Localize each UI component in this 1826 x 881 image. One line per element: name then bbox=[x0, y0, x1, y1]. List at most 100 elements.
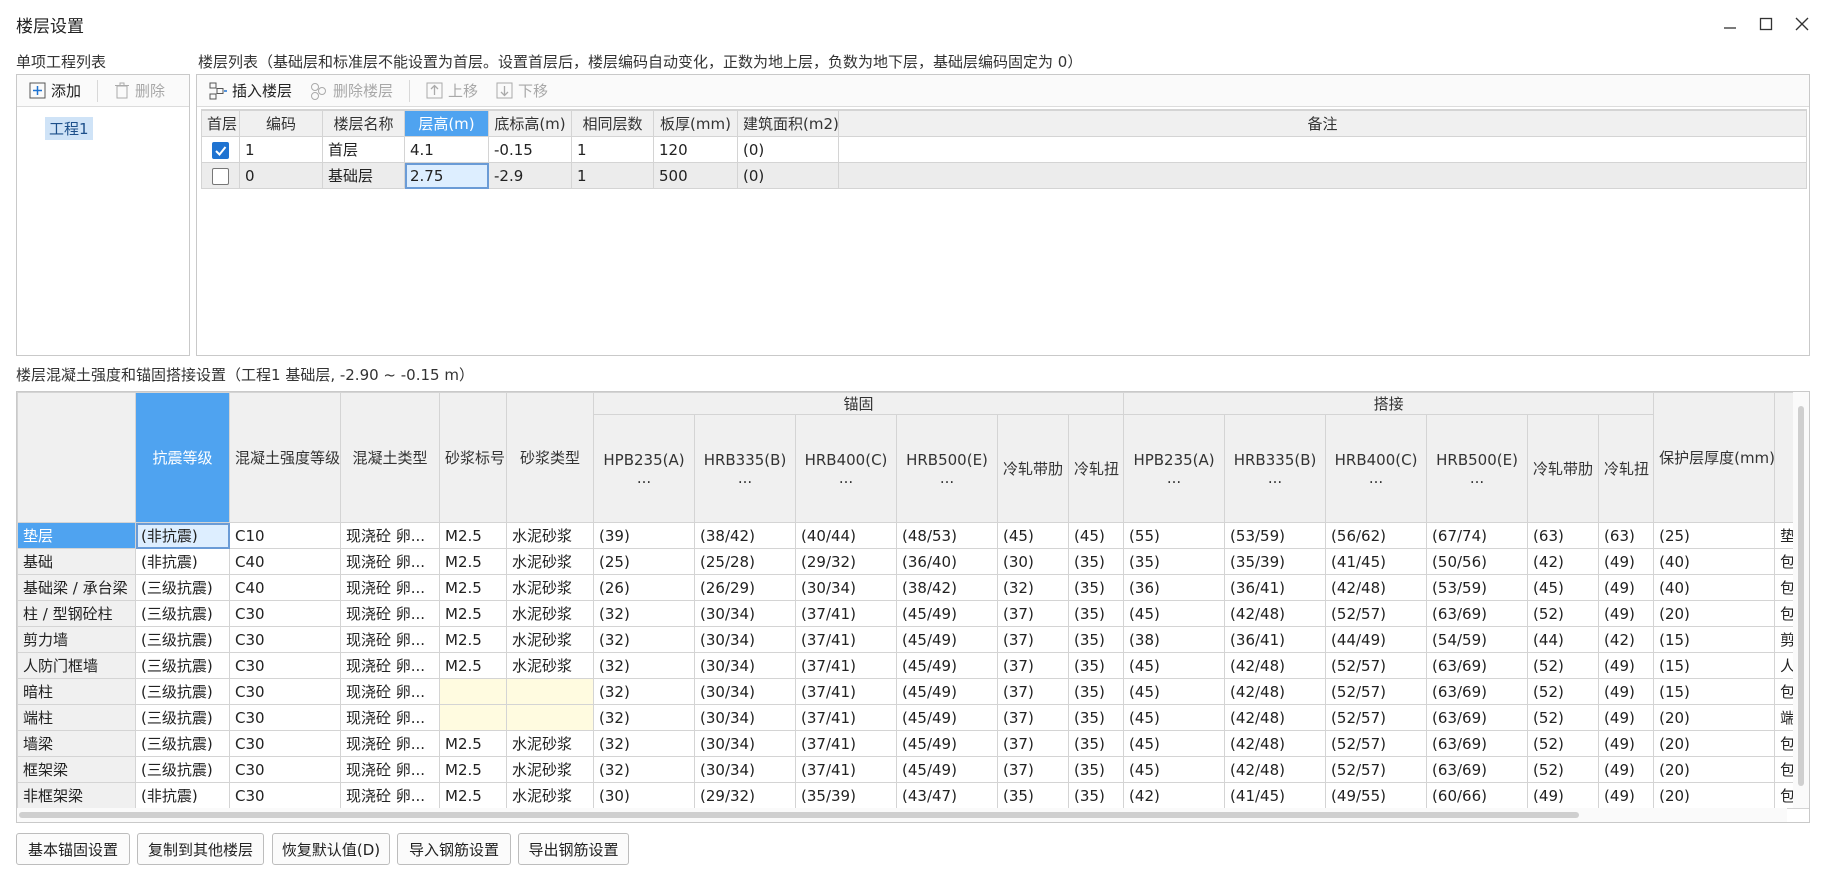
delete-floor-button[interactable]: 删除楼层 bbox=[304, 77, 399, 104]
seismic-grade-cell[interactable]: (三级抗震) bbox=[135, 626, 230, 653]
lap-twisted-cell[interactable]: (49) bbox=[1598, 730, 1655, 757]
lap-hrb335-cell[interactable]: (42/48) bbox=[1224, 756, 1327, 783]
anchor-hrb335-cell[interactable]: (30/34) bbox=[694, 626, 796, 653]
mortar-grade-cell[interactable]: M2.5 bbox=[439, 652, 507, 679]
concrete-type-cell[interactable]: 现浇砼 卵... bbox=[340, 522, 440, 549]
concrete-row[interactable]: 非框架梁 (非抗震) C30 现浇砼 卵... M2.5 水泥砂浆 (30) (29/32)(… bbox=[17, 782, 1809, 809]
lap-hrb400-cell[interactable]: (56/62) bbox=[1325, 522, 1428, 549]
anchor-hrb500-cell[interactable]: (45/49) bbox=[896, 652, 998, 679]
cover-thickness-cell[interactable]: (15) bbox=[1653, 652, 1776, 679]
first-floor-checkbox[interactable] bbox=[212, 141, 229, 159]
anchor-hrb400-cell[interactable]: (30/34) bbox=[795, 574, 897, 601]
horizontal-scrollbar-thumb[interactable] bbox=[19, 812, 1579, 818]
anchor-hrb335-cell[interactable]: (30/34) bbox=[694, 600, 796, 627]
anchor-hrb500-cell[interactable]: (45/49) bbox=[896, 756, 998, 783]
floor-name-cell[interactable]: 基础层 bbox=[322, 162, 405, 189]
component-name-cell[interactable]: 非框架梁 bbox=[17, 782, 136, 809]
floor-name-cell[interactable]: 首层 bbox=[322, 136, 405, 163]
anchor-hrb400-cell[interactable]: (29/32) bbox=[795, 548, 897, 575]
concrete-type-cell[interactable]: 现浇砼 卵... bbox=[340, 782, 440, 809]
seismic-grade-cell[interactable]: (三级抗震) bbox=[135, 574, 230, 601]
lap-hrb335-cell[interactable]: (42/48) bbox=[1224, 652, 1327, 679]
mortar-type-cell[interactable]: 水泥砂浆 bbox=[506, 548, 594, 575]
anchor-hpb235-cell[interactable]: (25) bbox=[593, 548, 695, 575]
component-name-cell[interactable]: 剪力墙 bbox=[17, 626, 136, 653]
lap-hpb235-cell[interactable]: (55) bbox=[1123, 522, 1226, 549]
anchor-hrb335-cell[interactable]: (30/34) bbox=[694, 756, 796, 783]
lap-ribbed-cell[interactable]: (52) bbox=[1527, 652, 1600, 679]
anchor-hrb500-cell[interactable]: (45/49) bbox=[896, 626, 998, 653]
lap-ribbed-cell[interactable]: (49) bbox=[1527, 782, 1600, 809]
anchor-hpb235-cell[interactable]: (39) bbox=[593, 522, 695, 549]
anchor-ribbed-cell[interactable]: (37) bbox=[997, 626, 1069, 653]
lap-hpb235-cell[interactable]: (45) bbox=[1123, 600, 1226, 627]
component-name-cell[interactable]: 端柱 bbox=[17, 704, 136, 731]
concrete-grade-cell[interactable]: C40 bbox=[229, 548, 341, 575]
anchor-twisted-cell[interactable]: (35) bbox=[1067, 704, 1125, 731]
lap-twisted-cell[interactable]: (42) bbox=[1598, 626, 1655, 653]
lap-hrb400-cell[interactable]: (49/55) bbox=[1325, 782, 1428, 809]
seismic-grade-cell[interactable]: (非抗震) bbox=[135, 522, 230, 549]
concrete-type-cell[interactable]: 现浇砼 卵... bbox=[340, 574, 440, 601]
concrete-grade-cell[interactable]: C30 bbox=[229, 678, 341, 705]
lap-ribbed-cell[interactable]: (52) bbox=[1527, 730, 1600, 757]
col-lap-ribbed[interactable]: 冷轧带肋 bbox=[1527, 414, 1600, 523]
lap-ribbed-cell[interactable]: (63) bbox=[1527, 522, 1600, 549]
anchor-ribbed-cell[interactable]: (45) bbox=[997, 522, 1069, 549]
col-slab-thickness[interactable]: 板厚(mm) bbox=[653, 110, 738, 137]
anchor-hrb500-cell[interactable]: (45/49) bbox=[896, 730, 998, 757]
floor-height-cell[interactable]: 2.75 bbox=[404, 162, 489, 189]
anchor-hrb400-cell[interactable]: (35/39) bbox=[795, 782, 897, 809]
anchor-hpb235-cell[interactable]: (30) bbox=[593, 782, 695, 809]
col-anchor-hpb235[interactable]: HPB235(A)... bbox=[593, 414, 695, 523]
concrete-row[interactable]: 基础 (非抗震) C40 现浇砼 卵... M2.5 水泥砂浆 (25) (25/28) (29… bbox=[17, 548, 1809, 575]
component-name-cell[interactable]: 框架梁 bbox=[17, 756, 136, 783]
anchor-hpb235-cell[interactable]: (32) bbox=[593, 730, 695, 757]
col-anchor-twisted[interactable]: 冷轧扭 bbox=[1067, 414, 1125, 523]
anchor-twisted-cell[interactable]: (35) bbox=[1067, 756, 1125, 783]
floor-thickness-cell[interactable]: 120 bbox=[653, 136, 738, 163]
lap-hrb400-cell[interactable]: (44/49) bbox=[1325, 626, 1428, 653]
mortar-type-cell[interactable]: 水泥砂浆 bbox=[506, 522, 594, 549]
anchor-twisted-cell[interactable]: (35) bbox=[1067, 626, 1125, 653]
lap-hrb500-cell[interactable]: (63/69) bbox=[1426, 652, 1529, 679]
seismic-grade-cell[interactable]: (三级抗震) bbox=[135, 652, 230, 679]
copy-to-other-floors-button[interactable]: 复制到其他楼层 bbox=[137, 833, 264, 865]
lap-ribbed-cell[interactable]: (52) bbox=[1527, 678, 1600, 705]
lap-ribbed-cell[interactable]: (42) bbox=[1527, 548, 1600, 575]
lap-hrb400-cell[interactable]: (52/57) bbox=[1325, 600, 1428, 627]
mortar-grade-cell[interactable]: M2.5 bbox=[439, 782, 507, 809]
floor-code-cell[interactable]: 0 bbox=[239, 162, 323, 189]
col-lap-hrb335[interactable]: HRB335(B)... bbox=[1224, 414, 1327, 523]
mortar-type-cell[interactable]: 水泥砂浆 bbox=[506, 756, 594, 783]
seismic-grade-cell[interactable]: (三级抗震) bbox=[135, 704, 230, 731]
seismic-grade-cell[interactable]: (三级抗震) bbox=[135, 756, 230, 783]
cover-thickness-cell[interactable]: (40) bbox=[1653, 548, 1776, 575]
restore-defaults-button[interactable]: 恢复默认值(D) bbox=[272, 833, 390, 865]
concrete-grade-cell[interactable]: C30 bbox=[229, 782, 341, 809]
lap-hpb235-cell[interactable]: (35) bbox=[1123, 548, 1226, 575]
anchor-hrb335-cell[interactable]: (26/29) bbox=[694, 574, 796, 601]
lap-hrb500-cell[interactable]: (60/66) bbox=[1426, 782, 1529, 809]
mortar-type-cell[interactable]: 水泥砂浆 bbox=[506, 652, 594, 679]
anchor-hrb500-cell[interactable]: (38/42) bbox=[896, 574, 998, 601]
anchor-ribbed-cell[interactable]: (32) bbox=[997, 574, 1069, 601]
col-seismic-grade[interactable]: 抗震等级 bbox=[135, 392, 230, 523]
concrete-grade-cell[interactable]: C40 bbox=[229, 574, 341, 601]
floor-note-cell[interactable] bbox=[838, 136, 1807, 163]
lap-hrb500-cell[interactable]: (53/59) bbox=[1426, 574, 1529, 601]
lap-twisted-cell[interactable]: (49) bbox=[1598, 782, 1655, 809]
mortar-type-cell[interactable] bbox=[506, 704, 594, 731]
lap-hrb500-cell[interactable]: (63/69) bbox=[1426, 600, 1529, 627]
lap-hrb335-cell[interactable]: (41/45) bbox=[1224, 782, 1327, 809]
lap-hpb235-cell[interactable]: (42) bbox=[1123, 782, 1226, 809]
vertical-scrollbar[interactable] bbox=[1793, 392, 1809, 808]
concrete-type-cell[interactable]: 现浇砼 卵... bbox=[340, 704, 440, 731]
col-anchor-ribbed[interactable]: 冷轧带肋 bbox=[997, 414, 1069, 523]
col-building-area[interactable]: 建筑面积(m2) bbox=[737, 110, 839, 137]
floor-area-cell[interactable]: (0) bbox=[737, 136, 839, 163]
col-anchor-hrb335[interactable]: HRB335(B)... bbox=[694, 414, 796, 523]
anchor-twisted-cell[interactable]: (35) bbox=[1067, 782, 1125, 809]
col-same-floors[interactable]: 相同层数 bbox=[571, 110, 654, 137]
lap-hpb235-cell[interactable]: (36) bbox=[1123, 574, 1226, 601]
